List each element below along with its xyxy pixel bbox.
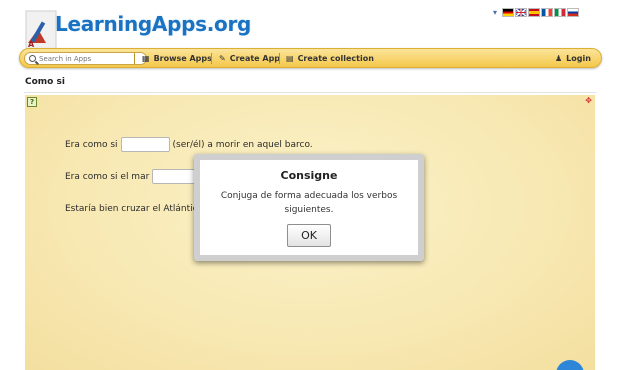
- page-title: Como si: [25, 77, 65, 87]
- flag-fr-icon[interactable]: [541, 7, 554, 17]
- collection-icon: ▤: [286, 53, 294, 63]
- line1-text-before: Era como si: [65, 139, 118, 150]
- fullscreen-icon[interactable]: ✥: [585, 97, 592, 105]
- gap-input-2[interactable]: [152, 169, 197, 184]
- chevron-down-icon[interactable]: ▾: [493, 8, 497, 17]
- browse-apps-button[interactable]: ▦ Browse Apps: [142, 52, 212, 65]
- language-selector[interactable]: ▾: [493, 6, 580, 18]
- dialog-title: Consigne: [280, 169, 338, 182]
- create-collection-label: Create collection: [297, 54, 374, 63]
- toolbar-divider: [211, 53, 212, 64]
- user-icon: ♟: [555, 53, 563, 63]
- search-input[interactable]: [39, 53, 139, 64]
- create-collection-button[interactable]: ▤ Create collection: [286, 52, 374, 65]
- gap-input-1[interactable]: [120, 137, 170, 152]
- grid-icon: ▦: [142, 53, 150, 63]
- site-logo[interactable]: A LearningApps.org: [22, 3, 251, 51]
- pencil-icon: ✎: [219, 53, 226, 63]
- exercise-line-3: Estaría bien cruzar el Atlántic: [65, 204, 198, 214]
- exercise-line-2: Era como si el mar: [65, 169, 199, 184]
- login-label: Login: [566, 54, 591, 63]
- toolbar-divider: [279, 53, 280, 64]
- help-icon[interactable]: ?: [27, 97, 37, 107]
- browse-apps-label: Browse Apps: [153, 54, 212, 63]
- title-divider: [24, 92, 596, 93]
- line1-text-after: (ser/él) a morir en aquel barco.: [172, 139, 313, 150]
- learningapps-page: A LearningApps.org ▾ ▦ Browse Apps ✎ Cre…: [0, 0, 620, 370]
- line3-text-before: Estaría bien cruzar el Atlántic: [65, 204, 198, 214]
- main-toolbar: ▦ Browse Apps ✎ Create App ▤ Create coll…: [19, 48, 602, 68]
- create-app-label: Create App: [229, 54, 281, 63]
- flag-ru-icon[interactable]: [567, 7, 580, 17]
- line2-text-before: Era como si el mar: [65, 171, 150, 182]
- logo-text: LearningApps.org: [55, 12, 252, 36]
- search-box[interactable]: [24, 52, 147, 65]
- toolbar-divider: [134, 53, 135, 64]
- ok-button[interactable]: OK: [287, 224, 331, 247]
- exercise-line-1: Era como si (ser/él) a morir en aquel ba…: [65, 137, 313, 152]
- instruction-dialog: Consigne Conjuga de forma adecuada los v…: [194, 154, 424, 261]
- dialog-message: Conjuga de forma adecuada los verbos sig…: [220, 191, 398, 215]
- dialog-body: Consigne Conjuga de forma adecuada los v…: [200, 160, 418, 255]
- create-app-button[interactable]: ✎ Create App: [219, 52, 280, 65]
- flag-es-icon[interactable]: [528, 7, 541, 17]
- login-button[interactable]: ♟ Login: [555, 52, 591, 65]
- search-icon: [29, 55, 36, 62]
- flag-de-icon[interactable]: [502, 7, 515, 17]
- flag-it-icon[interactable]: [554, 7, 567, 17]
- flag-en-icon[interactable]: [515, 7, 528, 17]
